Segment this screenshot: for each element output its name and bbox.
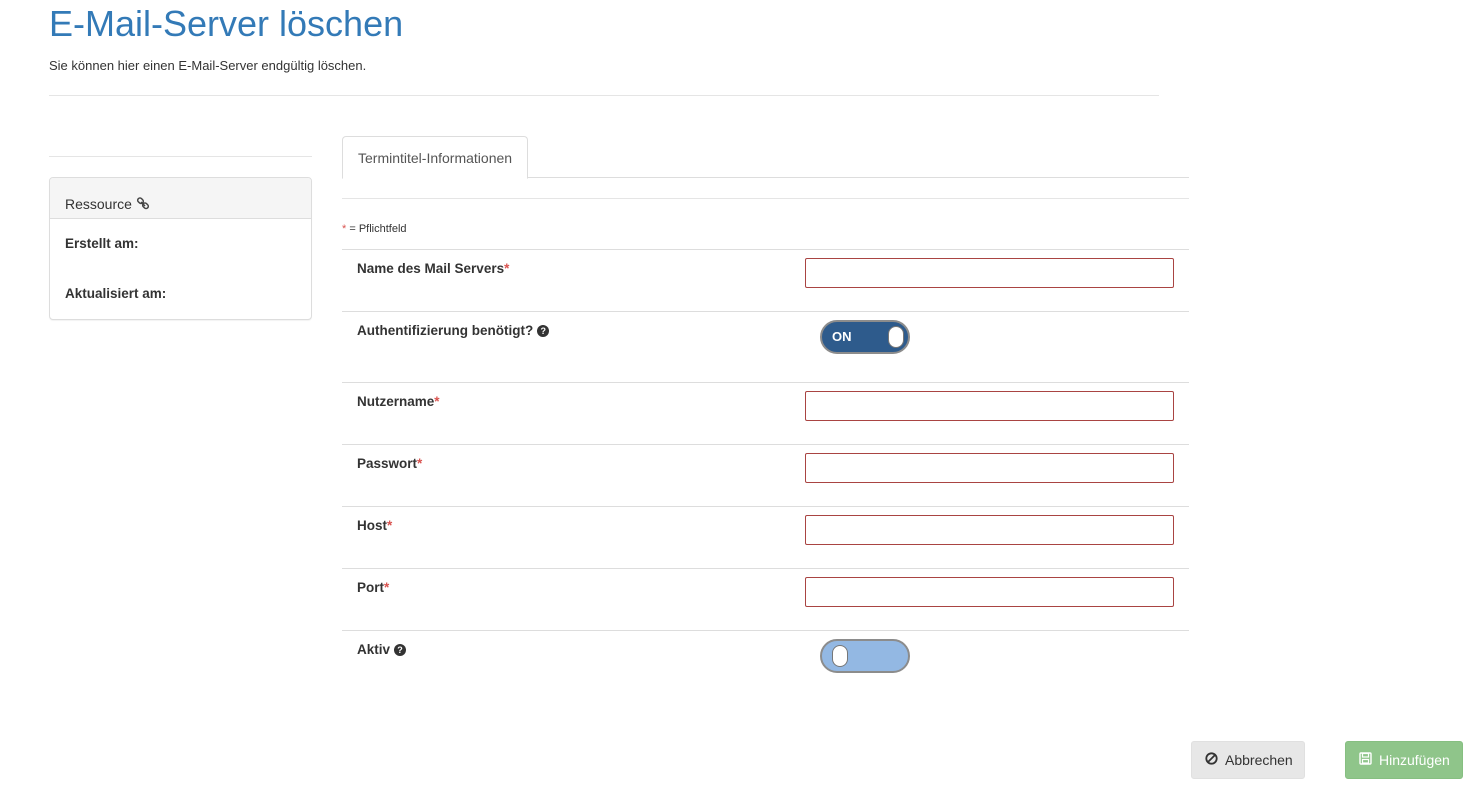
question-circle-icon: ? [394, 643, 407, 656]
required-marker: * [384, 580, 390, 595]
password-label-text: Passwort [357, 456, 418, 471]
active-toggle[interactable] [820, 639, 910, 673]
toggle-knob [832, 645, 848, 667]
required-marker: * [417, 456, 423, 471]
add-button-label: Hinzufügen [1379, 752, 1450, 768]
sidebar-divider [49, 156, 312, 157]
password-input[interactable] [805, 453, 1174, 483]
form-row-password: Passwort * [342, 444, 1189, 506]
port-input[interactable] [805, 577, 1174, 607]
active-label: Aktiv ? [357, 642, 407, 657]
toggle-on-text: ON [832, 329, 852, 344]
auth-required-toggle[interactable]: ON [820, 320, 910, 354]
host-input[interactable] [805, 515, 1174, 545]
save-icon [1359, 752, 1372, 768]
required-marker: * [434, 394, 440, 409]
page-subtitle: Sie können hier einen E-Mail-Server endg… [49, 58, 367, 73]
form-row-auth-required: Authentifizierung benötigt? ? ON [342, 311, 1189, 382]
ban-icon [1205, 752, 1218, 768]
username-label: Nutzername * [357, 394, 440, 409]
required-note-text: = Pflichtfeld [349, 223, 407, 235]
resource-panel: Ressource Erstellt am: Aktualisiert am: [49, 177, 312, 320]
cancel-button[interactable]: Abbrechen [1191, 741, 1305, 779]
host-label-text: Host [357, 518, 387, 533]
active-label-text: Aktiv [357, 642, 391, 657]
link-icon [136, 197, 150, 211]
mail-server-name-label: Name des Mail Servers * [357, 261, 509, 276]
cancel-button-label: Abbrechen [1225, 752, 1293, 768]
resource-panel-heading: Ressource [50, 178, 311, 219]
form-row-host: Host * [342, 506, 1189, 568]
required-marker: * [504, 261, 510, 276]
tab-divider [342, 198, 1189, 199]
required-marker: * [342, 223, 347, 235]
password-label: Passwort * [357, 456, 422, 471]
toggle-knob [888, 326, 904, 348]
form-row-mail-server-name: Name des Mail Servers * [342, 249, 1189, 311]
auth-required-label: Authentifizierung benötigt? ? [357, 323, 550, 338]
resource-panel-title: Ressource [65, 196, 132, 212]
form-row-active: Aktiv ? [342, 630, 1189, 690]
updated-label: Aktualisiert am: [65, 286, 167, 301]
mail-server-name-input[interactable] [805, 258, 1174, 288]
add-button[interactable]: Hinzufügen [1345, 741, 1463, 779]
form-row-username: Nutzername * [342, 382, 1189, 444]
host-label: Host * [357, 518, 392, 533]
required-note: * = Pflichtfeld [342, 223, 407, 235]
port-label: Port * [357, 580, 389, 595]
port-label-text: Port [357, 580, 384, 595]
tab-bar: Termintitel-Informationen [342, 135, 1189, 179]
auth-required-label-text: Authentifizierung benötigt? [357, 323, 534, 338]
page-title: E-Mail-Server löschen [49, 3, 404, 44]
created-label: Erstellt am: [65, 236, 139, 251]
username-label-text: Nutzername [357, 394, 435, 409]
question-circle-icon: ? [537, 324, 550, 337]
username-input[interactable] [805, 391, 1174, 421]
tab-termintitel-informationen[interactable]: Termintitel-Informationen [342, 136, 529, 179]
title-divider [49, 95, 1159, 96]
required-marker: * [387, 518, 393, 533]
form-row-port: Port * [342, 568, 1189, 630]
mail-server-name-label-text: Name des Mail Servers [357, 261, 505, 276]
